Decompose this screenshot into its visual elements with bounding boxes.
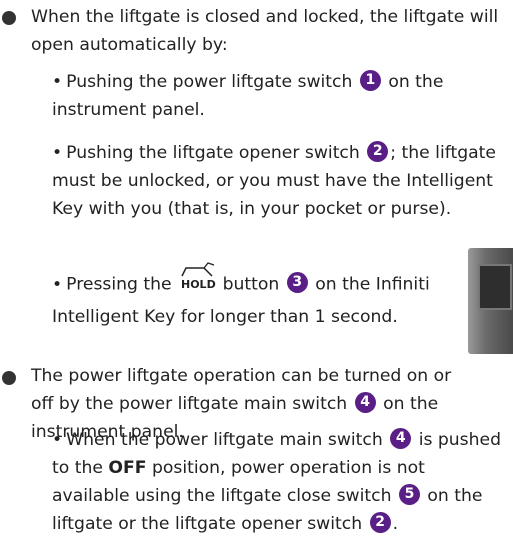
callout-badge-3: 3 — [286, 272, 308, 293]
callout-badge-2: 2 — [369, 511, 391, 533]
callout-badge-4: 4 — [354, 391, 376, 413]
off-label: OFF — [108, 458, 147, 478]
svg-text:HOLD: HOLD — [181, 278, 216, 290]
sub-bullet-dot: • — [52, 72, 63, 92]
sub-bullet-dot: • — [52, 143, 63, 163]
callout-badge-5: 5 — [398, 483, 420, 505]
sub-bullet-1: • Pushing the power liftgate switch 1 on … — [52, 69, 444, 120]
callout-badge-2: 2 — [367, 140, 389, 162]
sub-bullet-dot: • — [52, 430, 63, 450]
manual-page: { "bullets": [ { "text": "When the liftg… — [0, 0, 513, 537]
sub-bullet-3: • Pressing the HOLD button 3 on the Infin… — [52, 262, 472, 331]
liftgate-hold-icon: HOLD — [178, 262, 216, 299]
bullet-marker — [2, 371, 16, 385]
callout-badge-1: 1 — [359, 69, 381, 91]
callout-badge-4: 4 — [390, 427, 412, 449]
key-photo — [468, 248, 513, 354]
sub-bullet-dot: • — [52, 274, 63, 295]
bullet-1-text: When the liftgate is closed and locked, … — [31, 7, 499, 55]
bullet-marker — [2, 11, 16, 25]
sub-bullet-2: • Pushing the liftgate opener switch 2; t… — [52, 140, 496, 219]
sub-bullet-4: • When the power liftgate main switch 4 i… — [52, 427, 502, 534]
